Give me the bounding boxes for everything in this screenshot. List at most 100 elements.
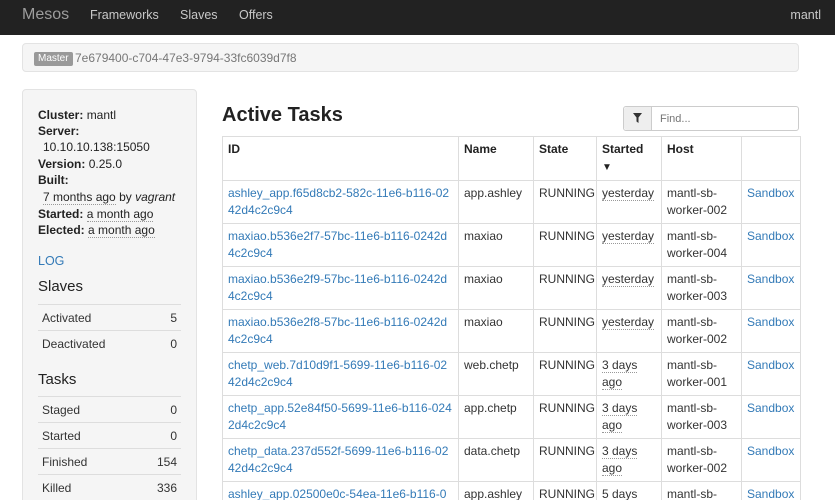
task-host-cell: mantl-sb-worker-002 xyxy=(661,309,742,353)
task-id-link[interactable]: chetp_app.52e84f50-5699-11e6-b116-0242d4… xyxy=(228,401,452,432)
task-started-value: 3 days ago xyxy=(602,358,638,390)
built-label: Built: xyxy=(38,173,69,187)
task-started-value: yesterday xyxy=(602,272,655,287)
task-name-cell: maxiao xyxy=(458,266,534,310)
log-link[interactable]: LOG xyxy=(38,254,64,268)
task-host-cell: mantl-sb-worker-003 xyxy=(661,481,742,500)
task-host-cell: mantl-sb-worker-002 xyxy=(661,180,742,224)
task-state-cell: RUNNING xyxy=(533,352,597,396)
task-id-cell: maxiao.b536e2f7-57bc-11e6-b116-0242d4c2c… xyxy=(222,223,459,267)
sandbox-link[interactable]: Sandbox xyxy=(747,487,794,500)
sandbox-link[interactable]: Sandbox xyxy=(747,444,794,458)
table-row: chetp_data.237d552f-5699-11e6-b116-0242d… xyxy=(222,438,801,482)
task-host-cell: mantl-sb-worker-003 xyxy=(661,266,742,310)
tasks-killed-label: Killed xyxy=(42,481,72,495)
task-id-link[interactable]: maxiao.b536e2f8-57bc-11e6-b116-0242d4c2c… xyxy=(228,315,447,346)
slaves-title: Slaves xyxy=(38,278,84,295)
built-by: vagrant xyxy=(135,190,176,204)
task-started-cell: 3 days ago xyxy=(596,395,662,439)
nav-user: mantl xyxy=(790,8,821,22)
task-host-cell: mantl-sb-worker-004 xyxy=(661,223,742,267)
task-started-cell: 3 days ago xyxy=(596,352,662,396)
slaves-activated-value: 5 xyxy=(170,311,177,325)
sandbox-link[interactable]: Sandbox xyxy=(747,272,794,286)
page-title: Active Tasks xyxy=(222,104,343,126)
tasks-finished-label: Finished xyxy=(42,455,88,469)
task-started-cell: yesterday xyxy=(596,309,662,353)
task-started-cell: yesterday xyxy=(596,180,662,224)
filter-button[interactable] xyxy=(624,107,652,130)
task-name-cell: maxiao xyxy=(458,223,534,267)
server-label-line: Server: xyxy=(38,124,79,138)
task-id-link[interactable]: maxiao.b536e2f7-57bc-11e6-b116-0242d4c2c… xyxy=(228,229,447,260)
table-header-row: ID Name State Started ▼ Host xyxy=(222,136,801,181)
slaves-activated-row: Activated 5 xyxy=(38,304,181,330)
task-name-cell: maxiao xyxy=(458,309,534,353)
column-header-started[interactable]: Started ▼ xyxy=(596,136,662,181)
nav-frameworks[interactable]: Frameworks xyxy=(90,8,159,22)
task-sandbox-cell: Sandbox xyxy=(741,395,801,439)
nav-offers[interactable]: Offers xyxy=(239,8,273,22)
brand-logo[interactable]: Mesos xyxy=(22,6,69,24)
task-id-link[interactable]: ashley_app.f65d8cb2-582c-11e6-b116-0242d… xyxy=(228,186,449,217)
tasks-staged-value: 0 xyxy=(170,403,177,417)
server-value: 10.10.10.138:15050 xyxy=(43,140,150,154)
task-state-cell: RUNNING xyxy=(533,395,597,439)
sandbox-link[interactable]: Sandbox xyxy=(747,358,794,372)
tasks-staged-row: Staged 0 xyxy=(38,396,181,422)
task-id-link[interactable]: maxiao.b536e2f9-57bc-11e6-b116-0242d4c2c… xyxy=(228,272,447,303)
task-sandbox-cell: Sandbox xyxy=(741,223,801,267)
task-started-cell: yesterday xyxy=(596,223,662,267)
task-host-cell: mantl-sb-worker-001 xyxy=(661,352,742,396)
started-info: Started: a month ago xyxy=(38,207,154,222)
table-row: ashley_app.02500e0c-54ea-11e6-b116-0242d… xyxy=(222,481,801,500)
column-header-name[interactable]: Name xyxy=(458,136,534,181)
tasks-title: Tasks xyxy=(38,371,77,388)
task-sandbox-cell: Sandbox xyxy=(741,481,801,500)
sandbox-link[interactable]: Sandbox xyxy=(747,315,794,329)
sandbox-link[interactable]: Sandbox xyxy=(747,401,794,415)
task-id-link[interactable]: chetp_web.7d10d9f1-5699-11e6-b116-0242d4… xyxy=(228,358,447,389)
elected-value: a month ago xyxy=(88,223,155,238)
task-sandbox-cell: Sandbox xyxy=(741,438,801,482)
tasks-killed-row: Killed 336 xyxy=(38,474,181,500)
column-header-host[interactable]: Host xyxy=(661,136,742,181)
table-row: chetp_app.52e84f50-5699-11e6-b116-0242d4… xyxy=(222,395,801,439)
built-label-line: Built: xyxy=(38,173,69,187)
cluster-value: mantl xyxy=(86,108,117,122)
task-id-link[interactable]: ashley_app.02500e0c-54ea-11e6-b116-0242d… xyxy=(228,487,446,500)
tasks-killed-value: 336 xyxy=(156,481,177,495)
filter-input[interactable] xyxy=(652,107,798,130)
sandbox-link[interactable]: Sandbox xyxy=(747,186,794,200)
task-state-cell: RUNNING xyxy=(533,438,597,482)
task-id-link[interactable]: chetp_data.237d552f-5699-11e6-b116-0242d… xyxy=(228,444,448,475)
task-id-cell: maxiao.b536e2f9-57bc-11e6-b116-0242d4c2c… xyxy=(222,266,459,310)
task-id-cell: ashley_app.02500e0c-54ea-11e6-b116-0242d… xyxy=(222,481,459,500)
task-state-cell: RUNNING xyxy=(533,266,597,310)
task-sandbox-cell: Sandbox xyxy=(741,309,801,353)
task-filter xyxy=(623,106,799,131)
tasks-started-label: Started xyxy=(42,429,81,443)
tasks-finished-value: 154 xyxy=(156,455,177,469)
nav-slaves[interactable]: Slaves xyxy=(180,8,218,22)
table-row: chetp_web.7d10d9f1-5699-11e6-b116-0242d4… xyxy=(222,352,801,396)
task-started-cell: 3 days ago xyxy=(596,438,662,482)
built-info: 7 months ago by vagrant xyxy=(43,190,176,205)
sandbox-link[interactable]: Sandbox xyxy=(747,229,794,243)
started-value: a month ago xyxy=(86,207,154,222)
filter-icon xyxy=(633,113,642,123)
sort-desc-icon: ▼ xyxy=(602,162,612,173)
column-header-id[interactable]: ID xyxy=(222,136,459,181)
tasks-finished-row: Finished 154 xyxy=(38,448,181,474)
task-started-value: 3 days ago xyxy=(602,444,638,476)
task-started-cell: 5 days ago xyxy=(596,481,662,500)
column-header-sandbox xyxy=(741,136,801,181)
column-header-state[interactable]: State xyxy=(533,136,597,181)
task-id-cell: chetp_app.52e84f50-5699-11e6-b116-0242d4… xyxy=(222,395,459,439)
version-label: Version: xyxy=(38,157,86,171)
master-badge: Master xyxy=(34,52,73,66)
slaves-deactivated-row: Deactivated 0 xyxy=(38,330,181,356)
task-started-cell: yesterday xyxy=(596,266,662,310)
built-by-word: by xyxy=(119,190,132,204)
task-state-cell: RUNNING xyxy=(533,309,597,353)
